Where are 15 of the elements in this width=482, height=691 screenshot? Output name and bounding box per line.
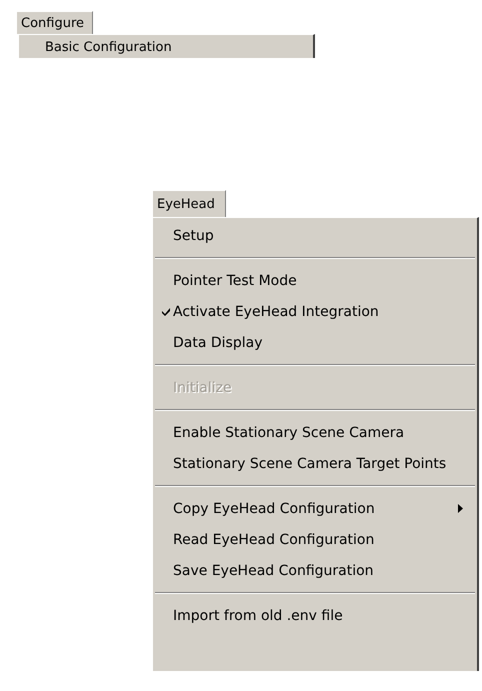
menu-item[interactable]: Stationary Scene Camera Target Points [153, 448, 477, 479]
submenu-arrow-icon [458, 504, 463, 513]
menu-title[interactable]: EyeHead [152, 190, 226, 217]
menu-item[interactable]: Copy EyeHead Configuration [153, 493, 477, 524]
menu-item[interactable]: Data Display [153, 327, 477, 358]
menu-item[interactable]: Import from old .env file [153, 600, 477, 631]
menu-title[interactable]: Configure [16, 11, 94, 34]
menu-item[interactable]: Save EyeHead Configuration [153, 555, 477, 586]
menu-item[interactable]: Activate EyeHead Integration [153, 296, 477, 327]
menu-item[interactable]: Setup [153, 220, 477, 251]
menu-item[interactable]: Read EyeHead Configuration [153, 524, 477, 555]
checkmark-icon [162, 308, 170, 316]
menu-item[interactable]: Basic Configuration [19, 37, 313, 57]
menu-item[interactable]: Enable Stationary Scene Camera [153, 417, 477, 448]
menu-item[interactable]: Pointer Test Mode [153, 265, 477, 296]
